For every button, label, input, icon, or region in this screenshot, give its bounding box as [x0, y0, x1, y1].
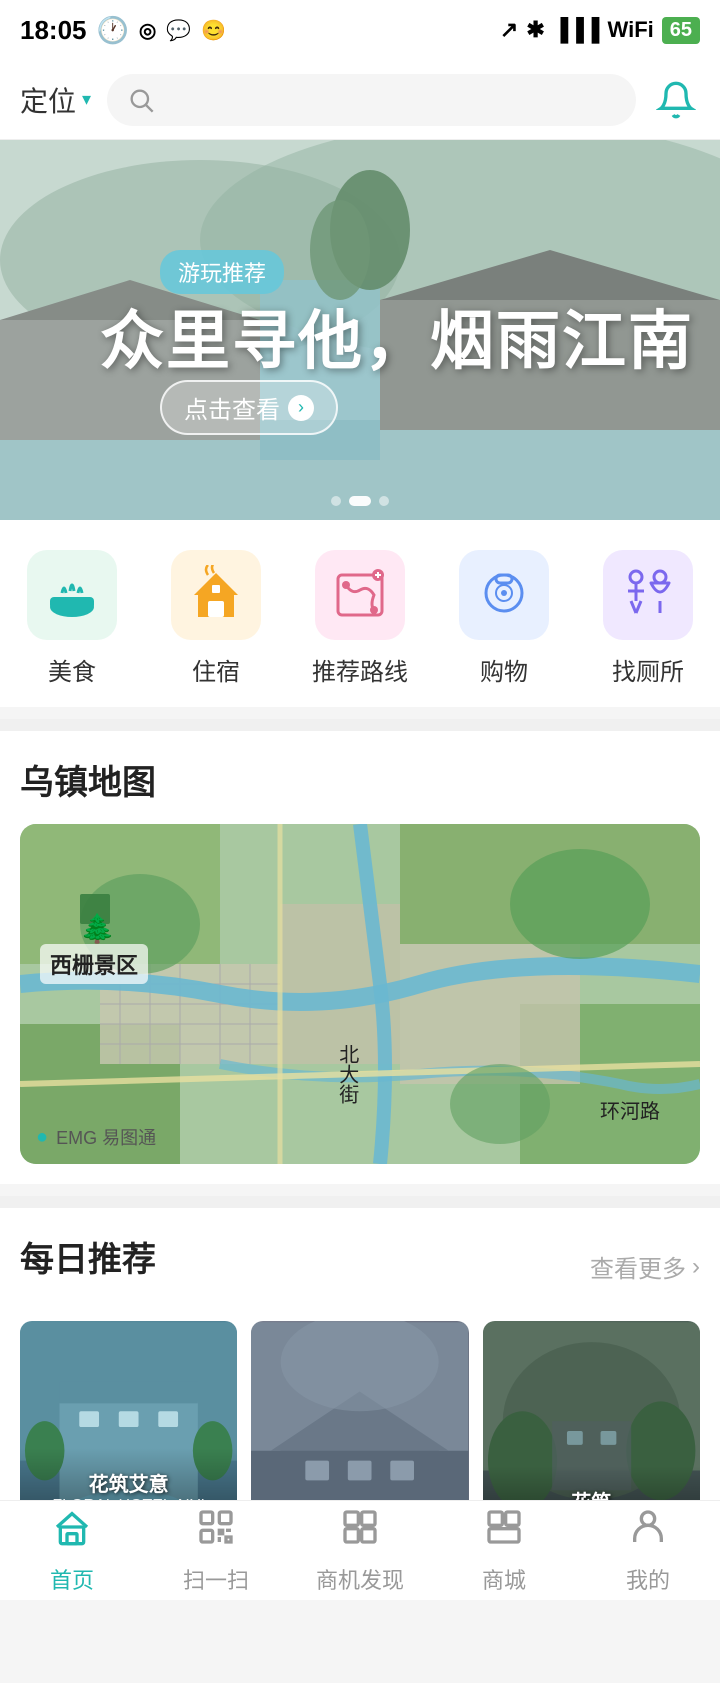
map-section: 乌镇地图 [0, 731, 720, 1184]
separator-1 [0, 719, 720, 731]
bluetooth-icon: ✱ [526, 17, 544, 43]
nav-discover[interactable]: 商机发现 [300, 1507, 420, 1595]
discover-icon [340, 1507, 380, 1557]
alarm-icon: 🕐 [97, 15, 129, 46]
map-section-title: 乌镇地图 [20, 755, 700, 804]
search-icon [127, 86, 155, 114]
dropdown-icon: ▾ [82, 89, 91, 110]
scan-icon [196, 1507, 236, 1557]
map-label-road: 环河路 [600, 1095, 660, 1124]
map-label-street: 北大街 [333, 1044, 362, 1104]
signal-icon: ↗ [500, 17, 518, 43]
category-toilet[interactable]: 找厕所 [588, 550, 708, 687]
toilet-icon [618, 565, 678, 625]
route-label: 推荐路线 [312, 652, 408, 687]
nav-mall-label: 商城 [482, 1563, 526, 1595]
face-icon: 😊 [201, 18, 226, 43]
see-more-button[interactable]: 查看更多 › [590, 1249, 700, 1284]
wifi-icon: WiFi [608, 17, 654, 43]
map-container[interactable]: 🌲 西栅景区 北大街 环河路 ● EMG 易图通 [20, 824, 700, 1164]
msg-icon: 💬 [166, 18, 191, 43]
arrow-right-icon: › [288, 395, 314, 421]
dot-3 [379, 496, 389, 506]
daily-header: 每日推荐 查看更多 › [20, 1232, 700, 1301]
person-icon [628, 1507, 668, 1557]
chevron-right-icon: › [692, 1253, 700, 1281]
stay-label: 住宿 [192, 652, 240, 687]
location-status-icon: ◎ [139, 18, 156, 43]
bottom-nav: 首页 扫一扫 商机发现 商城 [0, 1500, 720, 1600]
nav-mine[interactable]: 我的 [588, 1507, 708, 1595]
nav-discover-label: 商机发现 [316, 1563, 404, 1595]
dot-1 [331, 496, 341, 506]
food-icon [42, 565, 102, 625]
shop-label: 购物 [480, 652, 528, 687]
daily-title: 每日推荐 [20, 1232, 156, 1281]
nav-scan-label: 扫一扫 [183, 1563, 249, 1595]
home-icon [52, 1507, 92, 1557]
header: 定位 ▾ [0, 60, 720, 140]
nav-scan[interactable]: 扫一扫 [156, 1507, 276, 1595]
status-time: 18:05 [20, 15, 87, 46]
banner-tag: 游玩推荐 [160, 250, 284, 294]
location-button[interactable]: 定位 ▾ [20, 80, 91, 120]
banner-cta-button[interactable]: 点击查看 › [160, 380, 338, 435]
category-route[interactable]: 推荐路线 [300, 550, 420, 687]
separator-2 [0, 1196, 720, 1208]
nav-home[interactable]: 首页 [12, 1507, 132, 1595]
map-label-xizha: 西栅景区 [40, 944, 148, 984]
toilet-label: 找厕所 [612, 652, 684, 687]
notification-button[interactable] [652, 76, 700, 124]
nav-mine-label: 我的 [626, 1563, 670, 1595]
food-label: 美食 [48, 652, 96, 687]
status-bar: 18:05 🕐 ◎ 💬 😊 ↗ ✱ ▐▐▐ WiFi 65 [0, 0, 720, 60]
nav-home-label: 首页 [50, 1563, 94, 1595]
location-label: 定位 [20, 80, 76, 120]
mall-icon [484, 1507, 524, 1557]
category-stay[interactable]: 住宿 [156, 550, 276, 687]
search-bar[interactable] [107, 74, 636, 126]
map-tree-icon: 🌲 [80, 912, 115, 945]
banner-dots [331, 496, 389, 506]
battery: 65 [662, 17, 700, 44]
dot-2 [349, 496, 371, 506]
map-watermark: ● EMG 易图通 [36, 1124, 156, 1150]
shop-icon [474, 565, 534, 625]
category-section: 美食 住宿 [0, 520, 720, 707]
route-icon [330, 565, 390, 625]
banner-title: 众里寻他，烟雨江南 [100, 290, 694, 382]
category-shop[interactable]: 购物 [444, 550, 564, 687]
network-icon: ▐▐▐ [553, 17, 600, 43]
bell-icon [656, 80, 696, 120]
nav-mall[interactable]: 商城 [444, 1507, 564, 1595]
stay-icon [186, 565, 246, 625]
category-food[interactable]: 美食 [12, 550, 132, 687]
banner[interactable]: 游玩推荐 众里寻他，烟雨江南 点击查看 › [0, 140, 720, 520]
